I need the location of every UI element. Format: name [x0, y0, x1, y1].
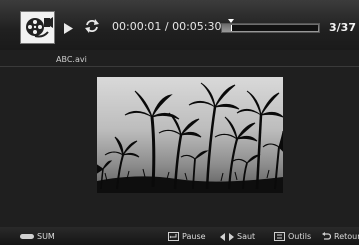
enter-icon	[168, 232, 179, 241]
pause-button[interactable]: Pause	[168, 232, 206, 241]
left-right-arrows-icon	[220, 232, 234, 241]
progress-remaining	[231, 25, 318, 31]
player-top-bar: 00:00:01 / 00:05:30 3/37	[0, 0, 359, 50]
file-name: ABC.avi	[56, 55, 87, 64]
return-icon	[322, 232, 331, 240]
outils-label: Outils	[288, 232, 312, 241]
media-player-screen: 00:00:01 / 00:05:30 3/37 ABC.avi SUM Pau…	[0, 0, 359, 245]
palm-trees-photo	[97, 77, 283, 193]
pause-label: Pause	[182, 232, 206, 241]
play-icon[interactable]	[64, 19, 73, 39]
retour-button[interactable]: Retour	[322, 232, 359, 241]
progress-marker	[228, 19, 234, 23]
retour-label: Retour	[334, 232, 359, 241]
remote-icon	[20, 234, 34, 239]
file-counter: 3/37	[329, 21, 356, 34]
playback-time: 00:00:01 / 00:05:30	[112, 20, 222, 33]
divider	[0, 66, 359, 67]
repeat-icon[interactable]	[84, 18, 100, 38]
progress-fill	[231, 25, 232, 31]
sum-label: SUM	[37, 232, 55, 241]
sum-button[interactable]: SUM	[20, 232, 55, 241]
tools-icon	[274, 232, 285, 241]
progress-bar[interactable]	[221, 19, 320, 34]
film-reel-icon	[20, 11, 55, 44]
footer-bar: SUM Pause Saut Outils Retour	[0, 227, 359, 245]
saut-label: Saut	[237, 232, 256, 241]
outils-button[interactable]: Outils	[274, 232, 311, 241]
saut-button[interactable]: Saut	[220, 232, 255, 241]
